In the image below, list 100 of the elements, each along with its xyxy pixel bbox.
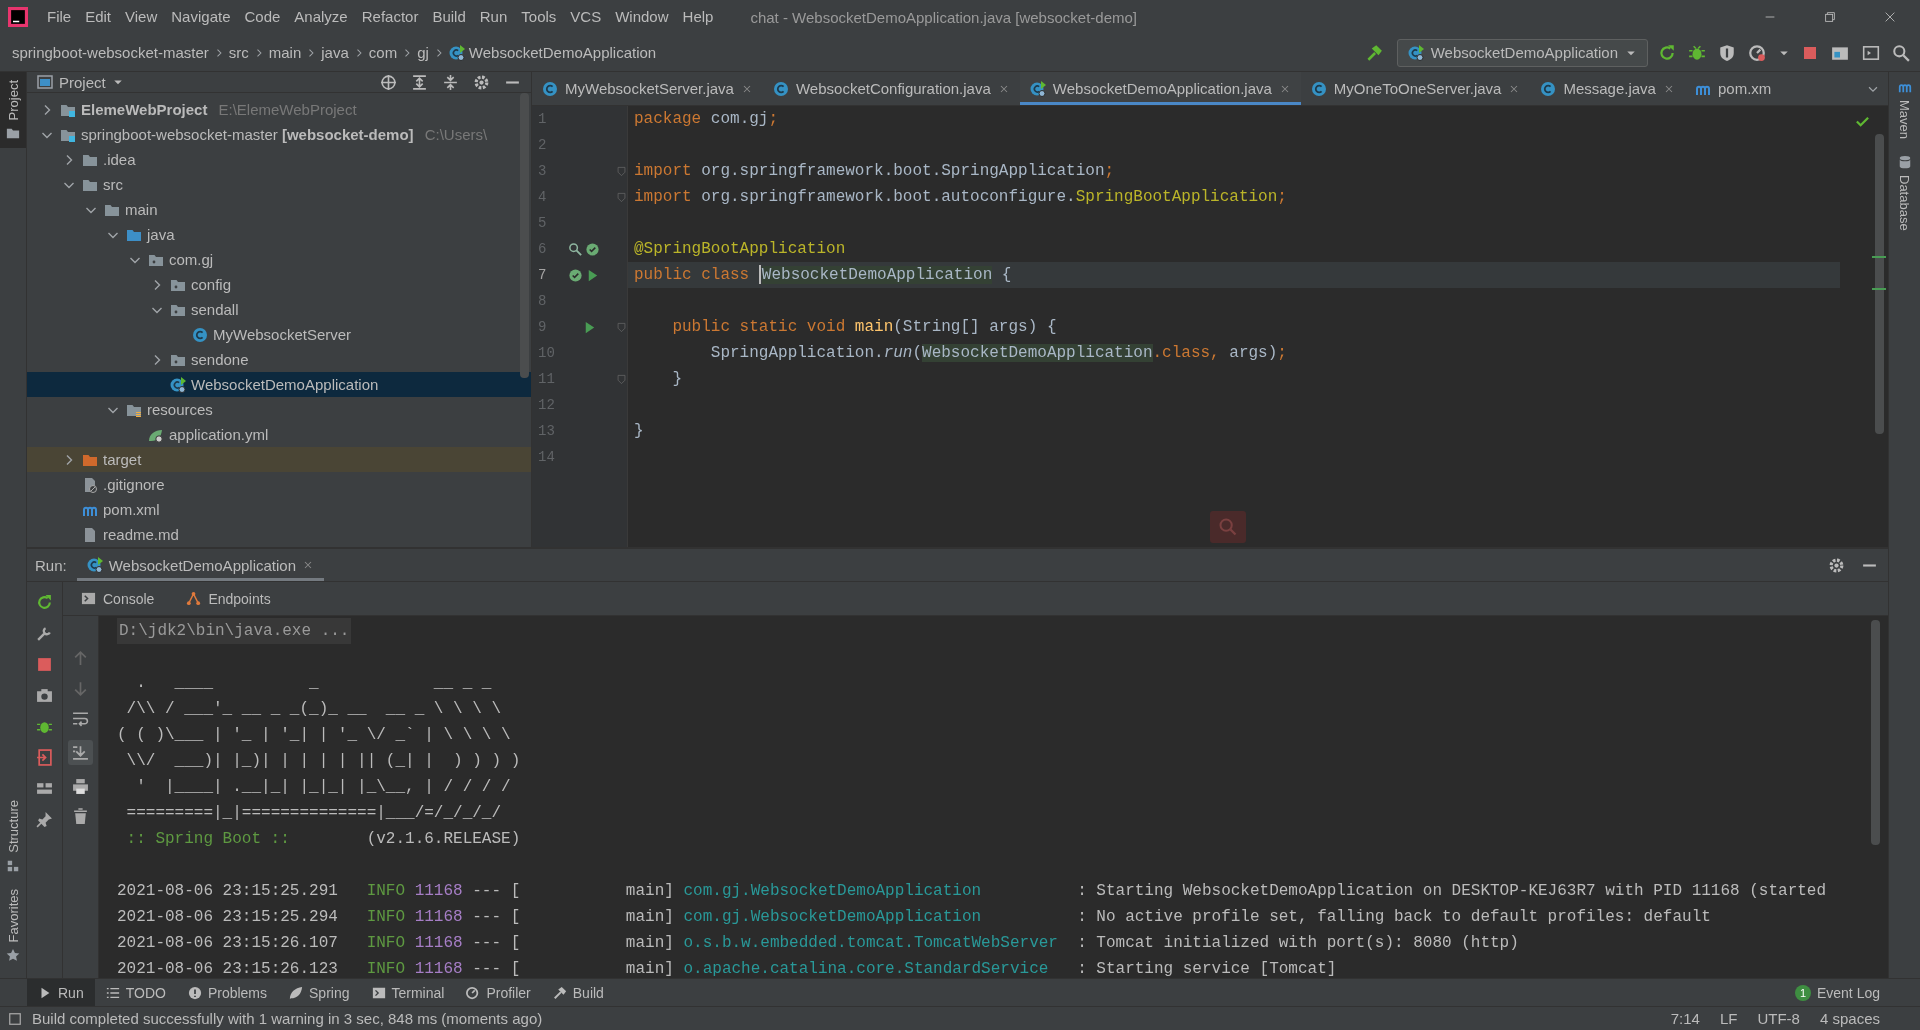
- editor-tab[interactable]: Message.java: [1530, 72, 1685, 105]
- tree-item[interactable]: resources: [27, 397, 531, 422]
- tree-item[interactable]: application.yml: [27, 422, 531, 447]
- exit-icon[interactable]: [36, 749, 53, 766]
- tool-window-tab[interactable]: Terminal: [360, 979, 456, 1006]
- scrollbar[interactable]: [1871, 620, 1880, 845]
- locate-icon[interactable]: [380, 73, 397, 91]
- layout-icon[interactable]: [36, 780, 53, 797]
- tool-window-tab[interactable]: Build: [541, 979, 615, 1006]
- tool-window-tab[interactable]: Spring: [278, 979, 361, 1006]
- menu-item[interactable]: Refactor: [354, 0, 426, 34]
- tree-item[interactable]: readme.md: [27, 522, 531, 547]
- layout-icon[interactable]: [1862, 43, 1880, 62]
- debug-bug-icon[interactable]: [1688, 43, 1706, 62]
- rerun-icon[interactable]: [1658, 43, 1676, 62]
- fold-marker-icon[interactable]: [616, 165, 627, 177]
- collapse-all-icon[interactable]: [442, 73, 459, 91]
- console-tab[interactable]: Console: [69, 590, 167, 607]
- stop-icon[interactable]: [36, 656, 53, 673]
- settings-icon[interactable]: [1828, 556, 1845, 574]
- run-configuration-tab[interactable]: WebsocketDemoApplication: [76, 549, 324, 581]
- tool-window-button[interactable]: Maven: [1889, 72, 1920, 148]
- coverage-shield-icon[interactable]: [1718, 43, 1736, 62]
- status-item[interactable]: UTF-8: [1747, 1010, 1810, 1027]
- breadcrumb[interactable]: gj: [417, 44, 429, 61]
- event-log-button[interactable]: Event Log: [1816, 984, 1880, 1001]
- status-item[interactable]: 7:14: [1660, 1010, 1710, 1027]
- fold-marker-icon[interactable]: [616, 191, 627, 203]
- breadcrumb[interactable]: main: [268, 44, 302, 61]
- wrench-icon[interactable]: [36, 625, 53, 642]
- menu-item[interactable]: Build: [425, 0, 473, 34]
- menu-item[interactable]: Code: [237, 0, 288, 34]
- console-command[interactable]: D:\jdk2\bin\java.exe ...: [117, 618, 352, 644]
- rerun-icon[interactable]: [36, 594, 53, 611]
- close-icon[interactable]: [302, 559, 314, 571]
- restore-icon[interactable]: [1823, 10, 1837, 24]
- menu-item[interactable]: Help: [675, 0, 721, 34]
- tool-window-tab[interactable]: Run: [27, 979, 95, 1006]
- breadcrumb[interactable]: src: [228, 44, 249, 61]
- pin-icon[interactable]: [36, 811, 53, 828]
- tool-window-button[interactable]: Favorites: [0, 880, 26, 970]
- console-tab[interactable]: Endpoints: [174, 590, 283, 607]
- breadcrumb[interactable]: springboot-websocket-master: [12, 44, 209, 61]
- menu-item[interactable]: View: [118, 0, 165, 34]
- menu-item[interactable]: Tools: [514, 0, 564, 34]
- menu-item[interactable]: Window: [608, 0, 676, 34]
- tree-item[interactable]: com.gj: [27, 247, 531, 272]
- tree-item[interactable]: sendall: [27, 297, 531, 322]
- spring-bean-icon[interactable]: [585, 241, 600, 257]
- tool-window-button[interactable]: Database: [1889, 147, 1920, 239]
- tree-item[interactable]: config: [27, 272, 531, 297]
- editor-tab[interactable]: MyOneToOneServer.java: [1300, 72, 1531, 105]
- stop-icon[interactable]: [1802, 44, 1818, 61]
- tool-window-tab[interactable]: Problems: [176, 979, 279, 1006]
- menu-item[interactable]: Run: [472, 0, 515, 34]
- tree-item[interactable]: .idea: [27, 147, 531, 172]
- bean-search-icon[interactable]: [568, 241, 583, 257]
- spring-bean-icon[interactable]: [568, 267, 583, 283]
- editor-tab[interactable]: pom.xm: [1684, 72, 1782, 105]
- search-icon[interactable]: [1892, 43, 1910, 62]
- scrollbar[interactable]: [1875, 134, 1884, 434]
- tool-window-tab[interactable]: TODO: [94, 979, 177, 1006]
- fold-marker-icon[interactable]: [616, 373, 627, 385]
- trash-icon[interactable]: [72, 808, 89, 825]
- tree-item[interactable]: sendone: [27, 347, 531, 372]
- tool-window-tab[interactable]: Profiler: [455, 979, 542, 1006]
- tree-item[interactable]: main: [27, 197, 531, 222]
- breadcrumb[interactable]: java: [321, 44, 349, 61]
- tool-window-button[interactable]: Project: [0, 72, 26, 149]
- menu-item[interactable]: Navigate: [164, 0, 238, 34]
- fold-marker-icon[interactable]: [616, 321, 627, 333]
- status-item[interactable]: LF: [1709, 1010, 1748, 1027]
- tree-item[interactable]: MyWebsocketServer: [27, 322, 531, 347]
- profiler-icon[interactable]: [1748, 43, 1766, 62]
- soft-wrap-icon[interactable]: [72, 710, 89, 727]
- menu-item[interactable]: Analyze: [287, 0, 355, 34]
- tree-item[interactable]: target: [27, 447, 531, 472]
- print-icon[interactable]: [72, 778, 89, 795]
- breadcrumb[interactable]: WebsocketDemoApplication: [448, 44, 657, 61]
- close-icon[interactable]: [1883, 10, 1897, 24]
- tree-item[interactable]: ElemeWebProject E:\ElemeWebProject: [27, 97, 531, 122]
- tree-item[interactable]: pom.xml: [27, 497, 531, 522]
- tree-item[interactable]: WebsocketDemoApplication: [27, 372, 531, 397]
- expand-all-icon[interactable]: [411, 73, 428, 91]
- status-item[interactable]: 4 spaces: [1809, 1010, 1890, 1027]
- scroll-to-end-icon[interactable]: [72, 744, 89, 761]
- menu-item[interactable]: File: [40, 0, 79, 34]
- breadcrumb[interactable]: com: [368, 44, 398, 61]
- toggle-tool-windows-icon[interactable]: [8, 1011, 22, 1026]
- tree-item[interactable]: src: [27, 172, 531, 197]
- tool-window-button[interactable]: Structure: [0, 791, 26, 881]
- tree-item[interactable]: springboot-websocket-master [websocket-demo] C:\Users\: [27, 122, 531, 147]
- tree-item[interactable]: java: [27, 222, 531, 247]
- editor-tab[interactable]: WebsocketConfiguration.java: [762, 72, 1020, 105]
- run-configuration-dropdown[interactable]: WebsocketDemoApplication: [1396, 38, 1648, 67]
- editor-tab[interactable]: MyWebsocketServer.java: [532, 72, 763, 105]
- scrollbar[interactable]: [520, 93, 529, 378]
- project-view-dropdown[interactable]: Project: [37, 73, 124, 91]
- tree-item[interactable]: .gitignore: [27, 472, 531, 497]
- menu-item[interactable]: Edit: [78, 0, 119, 34]
